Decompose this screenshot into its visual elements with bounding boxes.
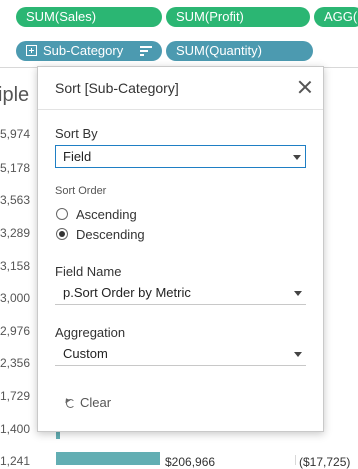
dialog-header: Sort [Sub-Category] xyxy=(38,67,323,110)
value-label: ($17,725) xyxy=(299,455,351,469)
axis-label: 2,356 xyxy=(0,356,31,370)
pill-sum-quantity[interactable]: SUM(Quantity) xyxy=(166,41,313,61)
aggregation-value: Custom xyxy=(63,346,108,361)
axis-label: 3,158 xyxy=(0,259,31,273)
field-name-select[interactable]: p.Sort Order by Metric xyxy=(55,282,306,305)
axis-label: 5,178 xyxy=(0,161,31,175)
pill-sub-category-label: Sub-Category xyxy=(43,43,124,58)
field-name-value: p.Sort Order by Metric xyxy=(63,285,191,300)
radio-label: Ascending xyxy=(76,207,137,222)
close-icon[interactable] xyxy=(298,80,312,94)
sort-dialog: Sort [Sub-Category] Sort By Field Sort O… xyxy=(37,66,324,432)
axis-label: 3,289 xyxy=(0,226,31,240)
pill-sum-profit[interactable]: SUM(Profit) xyxy=(166,7,310,27)
sheet-title-fragment: iple xyxy=(0,84,30,106)
axis-label: 3,000 xyxy=(0,291,31,305)
aggregation-select[interactable]: Custom xyxy=(55,343,306,366)
clear-button[interactable]: Clear xyxy=(66,395,111,413)
divider xyxy=(295,455,296,465)
sort-by-select[interactable]: Field xyxy=(55,145,306,168)
sort-descending-icon xyxy=(140,46,152,56)
chevron-down-icon xyxy=(294,291,302,296)
sort-by-value: Field xyxy=(63,149,92,164)
columns-shelf: SUM(Sales) SUM(Profit) AGG( xyxy=(0,0,358,35)
axis-label: 1,241 xyxy=(0,454,31,468)
expand-plus-icon[interactable] xyxy=(26,45,37,56)
axis-label: 5,974 xyxy=(0,127,31,141)
axis-label: 2,976 xyxy=(0,324,31,338)
sort-by-label: Sort By xyxy=(55,126,98,141)
clear-label: Clear xyxy=(80,395,112,410)
axis-label: 1,729 xyxy=(0,389,31,403)
field-name-label: Field Name xyxy=(55,264,122,279)
undo-icon xyxy=(66,399,75,408)
chevron-down-icon xyxy=(293,155,301,160)
radio-button[interactable] xyxy=(56,228,68,240)
axis-label: 3,563 xyxy=(0,193,31,207)
pill-sub-category[interactable]: Sub-Category xyxy=(16,41,162,61)
rows-shelf: Sub-Category SUM(Quantity) xyxy=(0,34,358,68)
pill-agg[interactable]: AGG( xyxy=(314,7,358,27)
axis-label: 1,400 xyxy=(0,422,31,436)
bar xyxy=(56,452,160,465)
value-label: $206,966 xyxy=(165,455,216,469)
dialog-title: Sort [Sub-Category] xyxy=(55,80,179,96)
radio-label: Descending xyxy=(76,227,145,242)
pill-sum-sales[interactable]: SUM(Sales) xyxy=(16,7,162,27)
aggregation-label: Aggregation xyxy=(55,325,126,340)
radio-button[interactable] xyxy=(56,208,68,220)
chevron-down-icon xyxy=(294,352,302,357)
sort-order-label: Sort Order xyxy=(55,185,107,197)
